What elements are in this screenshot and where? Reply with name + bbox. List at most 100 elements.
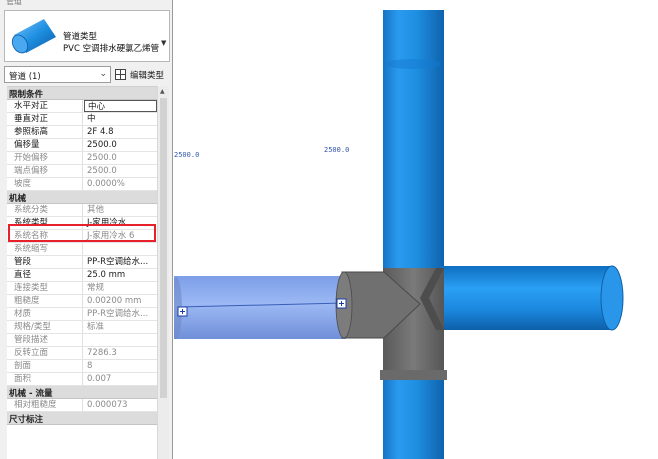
property-name: 材质 xyxy=(7,308,83,320)
property-row[interactable]: 系统名称 J-家用冷水 6 xyxy=(7,230,169,243)
property-row[interactable]: 开始偏移 2500.0 xyxy=(7,152,169,165)
mechanical-rows: 系统分类 其他 系统类型 J-家用冷水 系统名称 J-家用冷水 6 系统缩写 管段 PP-R空调… xyxy=(7,204,169,386)
type-category: 管道类型 xyxy=(63,32,98,42)
section-dimensions[interactable]: 尺寸标注 ⌃ xyxy=(7,412,169,425)
grip-handle-left xyxy=(177,306,188,317)
section-constraints[interactable]: 限制条件 ⌃ xyxy=(7,87,169,100)
property-row[interactable]: 参照标高 2F 4.8 xyxy=(7,126,169,139)
property-value[interactable]: 中心 xyxy=(84,100,157,112)
property-row[interactable]: 材质 PP-R空调给水... xyxy=(7,308,169,321)
section-title: 限制条件 xyxy=(9,90,44,100)
edit-type-button[interactable]: 编辑类型 xyxy=(115,66,170,83)
property-value xyxy=(84,243,157,255)
property-value: 0.000073 xyxy=(87,400,128,410)
property-row[interactable]: 垂直对正中 xyxy=(7,113,169,126)
edit-type-icon xyxy=(115,69,126,80)
property-value: 2500.0 xyxy=(87,153,117,163)
property-name: 端点偏移 xyxy=(7,165,83,177)
type-name: PVC 空调排水硬氯乙烯管 xyxy=(63,44,160,54)
property-row[interactable]: 面积 0.007 xyxy=(7,373,169,386)
property-name: 粗糙度 xyxy=(7,295,83,307)
property-value[interactable]: J-家用冷水 xyxy=(84,217,157,229)
right-horizontal-pipe xyxy=(440,266,612,330)
instance-filter-label: 管道 (1) xyxy=(9,72,41,82)
property-row[interactable]: 系统类型 J-家用冷水 xyxy=(7,217,169,230)
constraints-rows: 水平对正 中心 垂直对正中参照标高 2F 4.8 偏移量 2500.0 开始偏移 2500.0… xyxy=(7,100,169,191)
property-name: 系统缩写 xyxy=(7,243,83,255)
properties-grid: 限制条件 ⌃ 水平对正中心垂直对正中参照标高2F 4.8偏移量2500.0开始偏… xyxy=(7,86,169,459)
pipe-scene xyxy=(174,10,624,459)
property-value: 标准 xyxy=(87,322,105,332)
property-value: 7286.3 xyxy=(87,348,117,358)
section-title: 尺寸标注 xyxy=(9,415,44,425)
edit-type-label: 编辑类型 xyxy=(130,71,165,81)
property-row[interactable]: 水平对正 中心 xyxy=(7,100,169,113)
property-row[interactable]: 坡度 0.0000% xyxy=(7,178,169,191)
property-row[interactable]: 反转立面 7286.3 xyxy=(7,347,169,360)
property-name: 水平对正 xyxy=(7,100,83,112)
property-name: 反转立面 xyxy=(7,347,83,359)
property-row[interactable]: 管段 PP-R空调给水... xyxy=(7,256,169,269)
property-name: 开始偏移 xyxy=(7,152,83,164)
property-row[interactable]: 系统缩写 xyxy=(7,243,169,256)
property-value: 8 xyxy=(87,361,93,371)
selected-pipe xyxy=(174,276,346,339)
property-name: 偏移量 xyxy=(7,139,83,151)
property-name: 剖面 xyxy=(7,360,83,372)
property-name: 垂直对正 xyxy=(7,113,83,125)
property-row[interactable]: 剖面 8 xyxy=(7,360,169,373)
property-name: 面积 xyxy=(7,373,83,385)
scroll-up-icon[interactable]: ▲ xyxy=(160,88,165,95)
property-row[interactable]: 相对粗糙度 0.000073 xyxy=(7,399,169,412)
property-name: 系统类型 xyxy=(7,217,83,229)
section-mechanical-flow[interactable]: 机械 - 流量 ⌃ xyxy=(7,386,169,399)
property-name: 坡度 xyxy=(7,178,83,190)
property-name: 直径 xyxy=(7,269,83,281)
property-value[interactable]: 2F 4.8 xyxy=(84,126,157,138)
property-value: 2500.0 xyxy=(87,166,117,176)
pipe-type-icon xyxy=(11,19,56,54)
property-row[interactable]: 管段描述 xyxy=(7,334,169,347)
property-row[interactable]: 系统分类 其他 xyxy=(7,204,169,217)
section-title: 机械 - 流量 xyxy=(9,389,53,399)
property-value[interactable]: 2500.0 xyxy=(84,139,157,151)
property-value: 常规 xyxy=(87,283,105,293)
section-mechanical[interactable]: 机械 ⌃ xyxy=(7,191,169,204)
properties-panel: 管道 管道类型 PVC 空调排水硬氯乙烯管 ▼ 管道 (1) ⌄ 编辑类型 限制… xyxy=(0,0,173,459)
property-row[interactable]: 偏移量 2500.0 xyxy=(7,139,169,152)
property-value: J-家用冷水 6 xyxy=(87,231,135,241)
property-value: 0.0000% xyxy=(87,179,125,189)
instance-filter-select[interactable]: 管道 (1) ⌄ xyxy=(4,66,111,83)
property-name: 连接类型 xyxy=(7,282,83,294)
chevron-down-icon: ⌄ xyxy=(99,69,107,79)
property-name: 管段描述 xyxy=(7,334,83,346)
property-row[interactable]: 直径 25.0 mm xyxy=(7,269,169,282)
dropdown-arrow-icon[interactable]: ▼ xyxy=(161,39,166,47)
property-value[interactable]: 25.0 mm xyxy=(84,269,157,281)
property-row[interactable]: 粗糙度 0.00200 mm xyxy=(7,295,169,308)
property-value: PP-R空调给水... xyxy=(87,309,149,319)
property-value: 0.00200 mm xyxy=(87,296,142,306)
scroll-thumb[interactable] xyxy=(160,98,167,398)
property-value[interactable]: 中 xyxy=(84,113,157,125)
3d-viewport[interactable]: 2500.0 2500.0 xyxy=(174,0,658,459)
section-title: 机械 xyxy=(9,194,27,204)
property-row[interactable]: 端点偏移 2500.0 xyxy=(7,165,169,178)
vertical-pipe xyxy=(383,10,444,459)
flow-rows: 相对粗糙度 0.000073 xyxy=(7,399,169,412)
property-value: 0.007 xyxy=(87,374,112,384)
property-row[interactable]: 规格/类型 标准 xyxy=(7,321,169,334)
property-value: 其他 xyxy=(87,205,105,215)
property-name: 系统名称 xyxy=(7,230,83,242)
property-name: 管段 xyxy=(7,256,83,268)
property-value xyxy=(84,334,157,346)
property-row[interactable]: 连接类型 常规 xyxy=(7,282,169,295)
property-value[interactable]: PP-R空调给水... xyxy=(84,256,157,268)
panel-title: 管道 xyxy=(6,0,22,6)
property-name: 相对粗糙度 xyxy=(7,399,83,411)
properties-scrollbar[interactable]: ▲ xyxy=(157,86,169,459)
property-name: 参照标高 xyxy=(7,126,83,138)
property-name: 系统分类 xyxy=(7,204,83,216)
type-selector[interactable]: 管道类型 PVC 空调排水硬氯乙烯管 ▼ xyxy=(4,10,170,62)
property-name: 规格/类型 xyxy=(7,321,83,333)
